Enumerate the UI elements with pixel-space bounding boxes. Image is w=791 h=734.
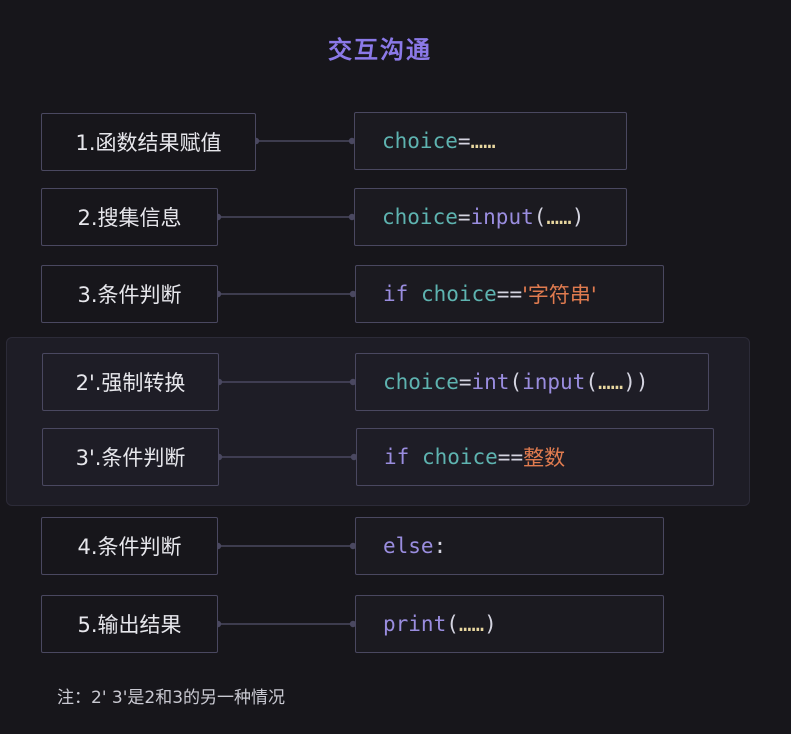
code-keyword: if	[383, 282, 421, 306]
code-variable: choice	[383, 370, 459, 394]
code-variable: choice	[382, 129, 458, 153]
footnote: 注：2' 3'是2和3的另一种情况	[57, 688, 286, 708]
code-paren-open: (	[509, 370, 523, 394]
step-2-alt-box: 2'.强制转换	[42, 353, 219, 411]
code-paren-open: (	[446, 612, 459, 636]
step-4-box: 4.条件判断	[41, 517, 218, 575]
code-box-3: if choice == '字符串'	[355, 265, 664, 323]
code-paren-open: (	[585, 370, 598, 394]
step-2-box: 2.搜集信息	[41, 188, 218, 246]
code-function: input	[522, 370, 586, 394]
code-paren-close: )	[571, 205, 585, 229]
step-3-box: 3.条件判断	[41, 265, 218, 323]
code-operator: ==	[496, 282, 523, 306]
code-box-2: choice = input(……)	[354, 188, 627, 246]
code-paren-close: )	[484, 612, 497, 636]
code-box-6: else:	[355, 517, 664, 575]
code-literal: 整数	[523, 446, 566, 470]
code-keyword: if	[384, 445, 422, 469]
step-1-box: 1.函数结果赋值	[41, 113, 256, 171]
code-colon: :	[433, 534, 447, 558]
code-operator: =	[457, 129, 471, 153]
code-function: input	[470, 205, 534, 229]
code-keyword: else	[383, 534, 434, 558]
code-ellipsis: ……	[597, 370, 624, 394]
code-variable: choice	[421, 445, 498, 469]
code-operator: =	[457, 205, 471, 229]
code-string-literal: '字符串'	[522, 283, 597, 307]
code-ellipsis: ……	[458, 612, 485, 636]
code-box-1: choice =……	[354, 112, 627, 170]
step-5-box: 5.输出结果	[41, 595, 218, 653]
step-3-alt-box: 3'.条件判断	[42, 428, 219, 486]
code-variable: choice	[420, 282, 497, 306]
code-paren-open: (	[533, 205, 547, 229]
code-box-5: if choice == 整数	[356, 428, 714, 486]
code-operator: =	[458, 370, 472, 394]
code-ellipsis: ……	[546, 205, 572, 229]
code-box-7: print(……)	[355, 595, 664, 653]
code-box-4: choice = int(input(……))	[355, 353, 709, 411]
code-function: print	[383, 612, 447, 636]
code-function: int	[471, 370, 510, 394]
code-operator: ==	[497, 445, 524, 469]
code-variable: choice	[382, 205, 458, 229]
code-paren-close: ))	[623, 370, 649, 394]
code-ellipsis: ……	[470, 129, 496, 153]
